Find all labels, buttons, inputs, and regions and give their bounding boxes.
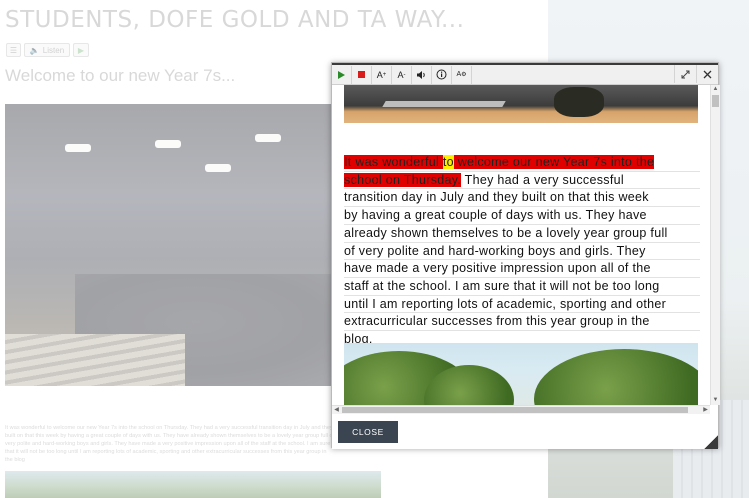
article-line: extracurricular successes from this year… — [344, 313, 700, 332]
listen-button[interactable]: 🔈 Listen — [24, 43, 70, 57]
listen-toolbar: ☰ 🔈 Listen ▶ — [6, 43, 89, 57]
info-icon[interactable] — [432, 65, 452, 84]
vertical-scroll-thumb[interactable] — [712, 95, 719, 107]
article-line: It was wonderful to welcome our new Year… — [344, 154, 700, 172]
article-line: of very polite and hard-working boys and… — [344, 243, 700, 261]
article-line: transition day in July and they built on… — [344, 189, 700, 208]
reader-toolbar: A + A- A ⚙ — [332, 65, 718, 85]
reader-dialog: A + A- A ⚙ It was wonderful to welcome o… — [331, 62, 720, 449]
trees-photo — [5, 471, 381, 498]
article-line: school on Thursday. They had a very succ… — [344, 172, 700, 190]
play-icon[interactable]: ▶ — [73, 43, 89, 57]
scroll-right-icon[interactable]: ▶ — [701, 406, 710, 414]
reader-content[interactable]: It was wonderful to welcome our new Year… — [332, 85, 710, 405]
font-increase-icon[interactable]: A + — [372, 65, 392, 84]
article-photo-top — [344, 85, 698, 123]
speaker-icon[interactable] — [412, 65, 432, 84]
dialog-footer: CLOSE — [332, 414, 718, 449]
highlighted-sentence: It was wonderful to welcome our new Year… — [344, 155, 655, 169]
article-line: by having a great couple of days with us… — [344, 207, 700, 225]
stop-icon[interactable] — [352, 65, 372, 84]
text-settings-icon[interactable]: A ⚙ — [452, 65, 472, 84]
page-title: STUDENTS, DOFE GOLD AND TA WAY... — [5, 7, 465, 33]
scroll-up-icon[interactable]: ▲ — [711, 85, 720, 94]
article-photo-trees — [344, 343, 698, 405]
article-line: staff at the school. I am sure that it w… — [344, 278, 700, 296]
highlighted-word: to — [442, 155, 454, 169]
play-icon[interactable] — [332, 65, 352, 84]
post-paragraph: It was wonderful to welcome our new Year… — [5, 425, 335, 463]
highlighted-sentence: school on Thursday. — [344, 172, 462, 187]
article-line: until I am reporting lots of academic, s… — [344, 296, 700, 314]
article-line: already shown themselves to be a lovely … — [344, 225, 700, 243]
horizontal-scrollbar[interactable]: ◀ ▶ — [332, 405, 710, 414]
scroll-down-icon[interactable]: ▼ — [711, 396, 720, 405]
expand-icon[interactable] — [674, 65, 696, 83]
assembly-photo — [5, 104, 381, 386]
article-line: have made a very positive impression upo… — [344, 260, 700, 278]
menu-icon[interactable]: ☰ — [6, 43, 21, 57]
scroll-left-icon[interactable]: ◀ — [332, 406, 341, 414]
article-text: It was wonderful to welcome our new Year… — [344, 154, 700, 348]
close-icon[interactable] — [696, 65, 718, 83]
font-decrease-icon[interactable]: A- — [392, 65, 412, 84]
speaker-icon: 🔈 — [29, 45, 40, 55]
listen-label: Listen — [42, 45, 65, 55]
vertical-scrollbar[interactable]: ▲ ▼ — [710, 85, 720, 405]
resize-handle[interactable] — [704, 435, 718, 449]
close-button[interactable]: CLOSE — [338, 421, 398, 443]
horizontal-scroll-thumb[interactable] — [342, 407, 688, 413]
post-subheading: Welcome to our new Year 7s... — [5, 66, 236, 85]
